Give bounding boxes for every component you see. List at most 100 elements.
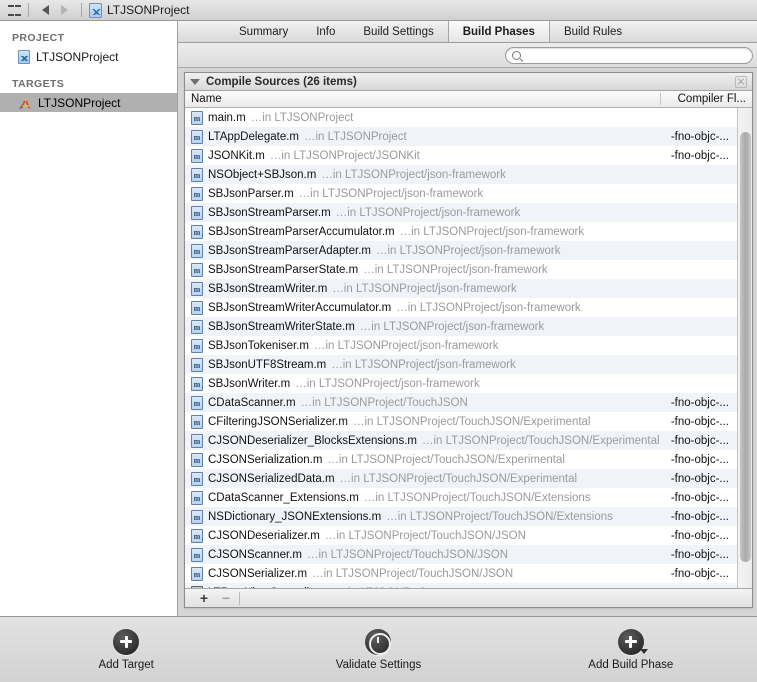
compiler-flags-cell[interactable]: -fno-objc-...	[645, 397, 737, 409]
objc-source-file-icon: m	[191, 262, 203, 277]
close-icon[interactable]	[735, 75, 747, 88]
file-name: CFilteringJSONSerializer.m	[208, 415, 348, 428]
phase-title: Compile Sources (26 items)	[206, 75, 357, 88]
column-header-name[interactable]: Name	[185, 93, 660, 105]
sidebar-item-project-ltjsonproject[interactable]: LTJSONProject	[0, 47, 177, 66]
objc-source-file-icon: m	[191, 471, 203, 486]
compiler-flags-cell[interactable]: -fno-objc-...	[645, 416, 737, 428]
file-name: main.m	[208, 111, 246, 124]
table-row[interactable]: m CFilteringJSONSerializer.m …in LTJSONPro…	[185, 412, 737, 431]
table-row[interactable]: m SBJsonTokeniser.m …in LTJSONProject/json…	[185, 336, 737, 355]
search-input[interactable]	[525, 49, 725, 61]
table-row[interactable]: m SBJsonStreamParserAdapter.m …in LTJSONPr…	[185, 241, 737, 260]
compiler-flags-cell[interactable]: -fno-objc-...	[645, 454, 737, 466]
table-row[interactable]: m main.m …in LTJSONProject	[185, 108, 737, 127]
search-field[interactable]	[505, 46, 753, 64]
file-name: CJSONSerializer.m	[208, 567, 308, 580]
table-row[interactable]: m CJSONScanner.m …in LTJSONProject/TouchJS…	[185, 545, 737, 564]
scrollbar-thumb[interactable]	[740, 132, 751, 562]
file-path: …in LTJSONProject/json-framework	[335, 206, 521, 219]
add-file-button[interactable]: +	[193, 591, 215, 605]
file-name: SBJsonStreamWriterAccumulator.m	[208, 301, 392, 314]
table-row[interactable]: m SBJsonStreamParserState.m …in LTJSONProj…	[185, 260, 737, 279]
file-name: CJSONSerializedData.m	[208, 472, 335, 485]
file-path: …in LTJSONProject/json-framework	[332, 282, 517, 295]
objc-source-file-icon: m	[191, 281, 203, 296]
tab-build-settings[interactable]: Build Settings	[349, 21, 447, 42]
add-build-phase-button[interactable]: Add Build Phase	[505, 628, 757, 671]
objc-source-file-icon: m	[191, 528, 203, 543]
column-header-compiler-flags[interactable]: Compiler Fl...	[660, 93, 752, 105]
table-row[interactable]: m SBJsonStreamWriterAccumulator.m …in LTJS…	[185, 298, 737, 317]
vertical-scrollbar[interactable]	[737, 108, 752, 588]
remove-file-button[interactable]: −	[215, 591, 237, 605]
breadcrumb[interactable]: LTJSONProject	[107, 3, 189, 17]
phase-header[interactable]: Compile Sources (26 items)	[185, 73, 752, 91]
objc-source-file-icon: m	[191, 509, 203, 524]
compiler-flags-cell[interactable]: -fno-objc-...	[645, 492, 737, 504]
table-row[interactable]: m SBJsonParser.m …in LTJSONProject/json-fr…	[185, 184, 737, 203]
disclosure-triangle-down-icon[interactable]	[190, 78, 200, 85]
table-row[interactable]: m SBJsonUTF8Stream.m …in LTJSONProject/jso…	[185, 355, 737, 374]
table-row[interactable]: m NSDictionary_JSONExtensions.m …in LTJSON…	[185, 507, 737, 526]
compiler-flags-cell[interactable]: -fno-objc-...	[645, 473, 737, 485]
project-document-icon	[89, 2, 102, 18]
file-name: SBJsonStreamWriter.m	[208, 282, 328, 295]
table-row[interactable]: m SBJsonStreamWriter.m …in LTJSONProject/j…	[185, 279, 737, 298]
file-path: …in LTJSONProject/TouchJSON/JSON	[312, 567, 514, 580]
table-row[interactable]: m CJSONSerializedData.m …in LTJSONProject/…	[185, 469, 737, 488]
table-row[interactable]: m CJSONSerialization.m …in LTJSONProject/T…	[185, 450, 737, 469]
table-row[interactable]: m SBJsonStreamParser.m …in LTJSONProject/j…	[185, 203, 737, 222]
objc-source-file-icon: m	[191, 243, 203, 258]
table-row[interactable]: m SBJsonStreamWriterState.m …in LTJSONProj…	[185, 317, 737, 336]
sidebar-group-targets: TARGETS	[12, 78, 65, 90]
toolbar-divider	[28, 3, 29, 17]
tab-info[interactable]: Info	[302, 21, 349, 42]
back-arrow-icon[interactable]	[42, 5, 49, 15]
objc-source-file-icon: m	[191, 490, 203, 505]
table-row[interactable]: m SBJsonStreamParserAccumulator.m …in LTJS…	[185, 222, 737, 241]
objc-source-file-icon: m	[191, 433, 203, 448]
table-row[interactable]: m CDataScanner_Extensions.m …in LTJSONProj…	[185, 488, 737, 507]
compiler-flags-cell[interactable]: -fno-objc-...	[645, 131, 737, 143]
table-row[interactable]: m LTRootViewController.m …in LTJSONProject	[185, 583, 737, 588]
compiler-flags-cell[interactable]: -fno-objc-...	[660, 435, 737, 447]
add-target-label: Add Target	[98, 658, 154, 671]
grid-icon[interactable]	[8, 4, 21, 16]
compiler-flags-cell[interactable]: -fno-objc-...	[645, 530, 737, 542]
add-circle-icon	[617, 628, 648, 655]
window-toolbar: LTJSONProject	[0, 0, 757, 21]
file-name: SBJsonStreamParserState.m	[208, 263, 359, 276]
file-path: …in LTJSONProject/json-framework	[396, 301, 581, 314]
tab-build-rules[interactable]: Build Rules	[550, 21, 636, 42]
phase-add-remove-bar: + −	[185, 588, 752, 607]
table-row[interactable]: m JSONKit.m …in LTJSONProject/JSONKit -fno-…	[185, 146, 737, 165]
compiler-flags-cell[interactable]: -fno-objc-...	[645, 568, 737, 580]
table-row[interactable]: m CDataScanner.m …in LTJSONProject/TouchJS…	[185, 393, 737, 412]
validate-settings-button[interactable]: Validate Settings	[252, 628, 504, 671]
table-row[interactable]: m LTAppDelegate.m …in LTJSONProject -fno-ob…	[185, 127, 737, 146]
file-path: …in LTJSONProject/json-framework	[359, 320, 545, 333]
table-row[interactable]: m SBJsonWriter.m …in LTJSONProject/json-fr…	[185, 374, 737, 393]
compiler-flags-cell[interactable]: -fno-objc-...	[645, 511, 737, 523]
table-row[interactable]: m CJSONDeserializer.m …in LTJSONProject/To…	[185, 526, 737, 545]
sidebar-item-target-ltjsonproject[interactable]: LTJSONProject	[0, 93, 177, 112]
objc-source-file-icon: m	[191, 452, 203, 467]
table-row[interactable]: m CJSONSerializer.m …in LTJSONProject/Touc…	[185, 564, 737, 583]
objc-source-file-icon: m	[191, 148, 203, 163]
compiler-flags-cell[interactable]: -fno-objc-...	[645, 150, 737, 162]
file-name: CDataScanner.m	[208, 396, 296, 409]
compiler-flags-cell[interactable]: -fno-objc-...	[645, 549, 737, 561]
file-name: JSONKit.m	[208, 149, 265, 162]
file-name: CDataScanner_Extensions.m	[208, 491, 359, 504]
table-row[interactable]: m NSObject+SBJson.m …in LTJSONProject/json…	[185, 165, 737, 184]
table-row[interactable]: m CJSONDeserializer_BlocksExtensions.m …in…	[185, 431, 737, 450]
file-list-wrapper: m main.m …in LTJSONProject m LTAppDelegate.m…	[185, 108, 752, 588]
tab-build-phases[interactable]: Build Phases	[447, 21, 550, 42]
forward-arrow-icon[interactable]	[61, 5, 68, 15]
file-path: …in LTJSONProject	[337, 587, 440, 589]
file-path: …in LTJSONProject/TouchJSON	[300, 396, 468, 409]
tab-summary[interactable]: Summary	[225, 21, 302, 42]
add-target-button[interactable]: Add Target	[0, 628, 252, 671]
